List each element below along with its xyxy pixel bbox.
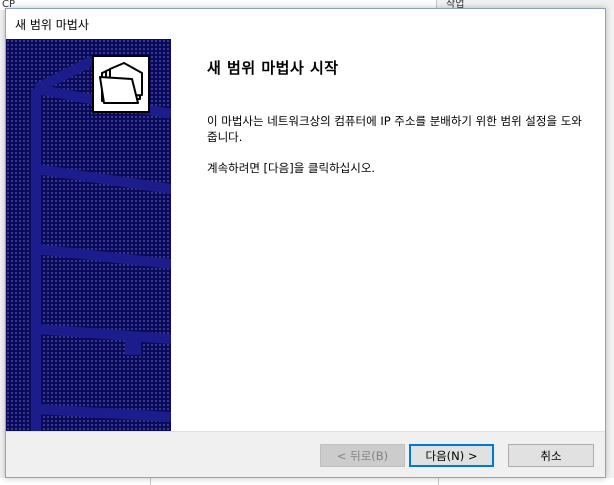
instruction-paragraph: 계속하려면 [다음]을 클릭하십시오. [207,161,376,175]
wizard-content: 새 범위 마법사 시작 이 마법사는 네트워크상의 컴퓨터에 IP 주소를 분배… [171,39,605,431]
dialog-title: 새 범위 마법사 [15,18,89,32]
description: 이 마법사는 네트워크상의 컴퓨터에 IP 주소를 분배하기 위한 범위 설정을… [207,113,587,191]
dialog-titlebar[interactable]: 새 범위 마법사 [6,9,605,39]
cancel-button[interactable]: 취소 [508,444,594,467]
next-button[interactable]: 다음(N) > [409,444,494,467]
background-divider [438,478,439,485]
folder-stack-icon [92,55,150,113]
wizard-footer: < 뒤로(B) 다음(N) > 취소 [6,431,605,477]
background-divider [150,478,151,485]
back-button[interactable]: < 뒤로(B) [320,444,405,467]
page-title: 새 범위 마법사 시작 [207,59,339,77]
background-bottom-strip [0,478,614,485]
description-paragraph: 이 마법사는 네트워크상의 컴퓨터에 IP 주소를 분배하기 위한 범위 설정을… [207,114,582,144]
new-scope-wizard-dialog: 새 범위 마법사 새 범위 마법사 시작 이 마법사는 네트워크상의 컴퓨터에 … [5,8,606,478]
wizard-banner [6,39,171,431]
